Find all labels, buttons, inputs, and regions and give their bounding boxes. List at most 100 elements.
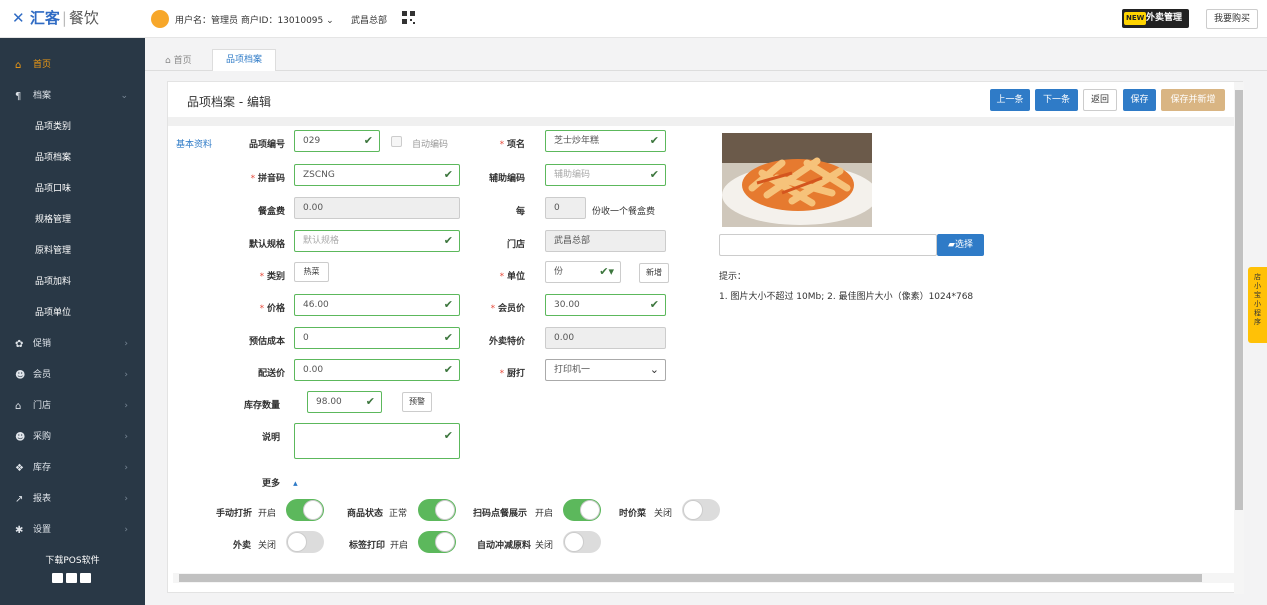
unit-value: 份 (554, 267, 564, 277)
back-button[interactable]: 返回 (1083, 89, 1117, 111)
description-textarea[interactable]: ✔ (294, 423, 460, 459)
stock-label: 库存数量 (243, 401, 280, 411)
avatar[interactable] (151, 10, 169, 28)
save-button[interactable]: 保存 (1123, 89, 1156, 111)
per-count-input[interactable]: 0 (545, 197, 586, 219)
next-button[interactable]: 下一条 (1035, 89, 1078, 111)
tab-item-archive[interactable]: 品项档案 (212, 49, 276, 71)
user-info-dropdown[interactable]: 用户名：管理员 商户ID：13010095 ⌄ (175, 13, 334, 26)
save-and-new-button[interactable]: 保存并新增 (1161, 89, 1225, 111)
kitchen-printer-select[interactable]: 打印机一 ⌄ (545, 359, 666, 381)
chevron-right-icon: › (124, 370, 128, 380)
market-price-state: 关闭 (654, 509, 673, 519)
store-input[interactable]: 武昌总部 (545, 230, 666, 252)
vertical-scrollbar[interactable] (1234, 82, 1244, 594)
tab-home[interactable]: ⌂ 首页 (165, 53, 192, 66)
users-icon: ☻ (15, 432, 26, 443)
sidebar-sub-taste[interactable]: 品项口味 (0, 174, 145, 205)
delivery-price-value: 0.00 (303, 365, 324, 375)
est-cost-input[interactable]: 0 ✔ (294, 327, 460, 349)
sidebar-item-archive[interactable]: ¶ 档案 ⌄ (0, 81, 145, 112)
auto-code-checkbox[interactable] (391, 136, 402, 147)
pinyin-input[interactable]: ZSCNG ✔ (294, 164, 460, 186)
sidebar-item-home[interactable]: ⌂ 首页 (0, 50, 145, 81)
add-unit-button[interactable]: 新增 (639, 263, 669, 283)
scroll-thumb[interactable] (1235, 90, 1243, 510)
aux-code-label: 辅助编码 (488, 174, 525, 184)
toggle-knob (435, 500, 455, 520)
item-photo (722, 133, 872, 227)
item-status-toggle[interactable] (418, 499, 456, 521)
current-store[interactable]: 武昌总部 (351, 13, 387, 26)
sidebar-sub-item-archive[interactable]: 品项档案 (0, 143, 145, 174)
auto-deduct-state: 关闭 (535, 541, 554, 551)
image-path-input[interactable] (719, 234, 937, 256)
check-icon: ✔ (443, 298, 453, 311)
choose-image-button[interactable]: ▰选择 (937, 234, 984, 256)
sidebar-item-promotion[interactable]: ✿ 促销 › (0, 329, 145, 360)
gear-icon: ✱ (15, 525, 24, 536)
aux-code-input[interactable]: 辅助编码 ✔ (545, 164, 666, 186)
toggle-knob (435, 532, 455, 552)
section-basic-info[interactable]: 基本资料 (176, 137, 212, 150)
sidebar-item-report[interactable]: ↗ 报表 › (0, 484, 145, 515)
takeout-price-input[interactable]: 0.00 (545, 327, 666, 349)
name-input[interactable]: 芝士炒年糕 ✔ (545, 130, 666, 152)
default-spec-label: 默认规格 (248, 240, 285, 250)
more-toggle[interactable]: 更多 ▴ (262, 476, 298, 489)
manual-discount-toggle[interactable] (286, 499, 324, 521)
sidebar-item-settings[interactable]: ✱ 设置 › (0, 515, 145, 546)
market-price-label: 时价菜 (619, 509, 647, 519)
scan-order-toggle[interactable] (563, 499, 601, 521)
item-no-input[interactable]: 029 ✔ (294, 130, 380, 152)
label-print-toggle[interactable] (418, 531, 456, 553)
category-button[interactable]: 热菜 (294, 262, 329, 282)
member-price-value: 30.00 (554, 300, 580, 310)
panel-divider (168, 117, 1234, 126)
sidebar-item-label: 报表 (33, 494, 52, 504)
sidebar-sub-material[interactable]: 原料管理 (0, 236, 145, 267)
auto-deduct-toggle[interactable] (563, 531, 601, 553)
pinyin-value: ZSCNG (303, 170, 335, 180)
windows-icon[interactable] (52, 573, 63, 583)
box-fee-input[interactable]: 0.00 (294, 197, 460, 219)
sidebar-item-purchase[interactable]: ☻ 采购 › (0, 422, 145, 453)
qr-code-icon[interactable] (402, 11, 415, 24)
sidebar-item-store[interactable]: ⌂ 门店 › (0, 391, 145, 422)
horizontal-scrollbar[interactable] (173, 573, 1236, 583)
delivery-price-input[interactable]: 0.00 ✔ (294, 359, 460, 381)
unit-label: * 单位 (499, 272, 525, 282)
logo: ✕ 汇客 | 餐饮 (12, 8, 99, 28)
kitchen-print-label-text: 厨打 (506, 369, 525, 379)
prev-button[interactable]: 上一条 (990, 89, 1030, 111)
toggle-knob (287, 532, 307, 552)
stock-warning-button[interactable]: 预警 (402, 392, 432, 412)
check-icon: ✔ (649, 168, 659, 181)
default-spec-input[interactable]: 默认规格 ✔ (294, 230, 460, 252)
takeout-management-button[interactable]: NEW 外卖管理 (1122, 9, 1189, 28)
mini-program-float-tab[interactable]: 店小宝小程序 (1248, 267, 1267, 343)
android-icon[interactable] (80, 573, 91, 583)
check-icon: ✔ (365, 395, 375, 408)
price-input[interactable]: 46.00 ✔ (294, 294, 460, 316)
download-pos-link[interactable]: 下载POS软件 (0, 553, 145, 566)
stock-input[interactable]: 98.00 ✔ (307, 391, 382, 413)
buy-button[interactable]: 我要购买 (1206, 9, 1258, 29)
sidebar-sub-category[interactable]: 品项类别 (0, 112, 145, 143)
sidebar-item-member[interactable]: ☻ 会员 › (0, 360, 145, 391)
takeout-toggle[interactable] (286, 531, 324, 553)
sidebar-sub-addon[interactable]: 品项加料 (0, 267, 145, 298)
sidebar-sub-spec[interactable]: 规格管理 (0, 205, 145, 236)
market-price-toggle[interactable] (682, 499, 720, 521)
top-bar: ✕ 汇客 | 餐饮 用户名：管理员 商户ID：13010095 ⌄ 武昌总部 NEW… (0, 0, 1267, 38)
box-fee-label: 餐盒费 (257, 207, 285, 217)
line-chart-icon: ↗ (15, 494, 24, 505)
member-price-input[interactable]: 30.00 ✔ (545, 294, 666, 316)
users-icon: ☻ (15, 370, 26, 381)
sidebar-sub-unit[interactable]: 品项单位 (0, 298, 145, 329)
sidebar-item-inventory[interactable]: ❖ 库存 › (0, 453, 145, 484)
unit-select[interactable]: 份 ✔▾ (545, 261, 621, 283)
apple-icon[interactable] (66, 573, 77, 583)
per-label: 每 (515, 207, 525, 217)
scroll-thumb[interactable] (179, 574, 1202, 582)
